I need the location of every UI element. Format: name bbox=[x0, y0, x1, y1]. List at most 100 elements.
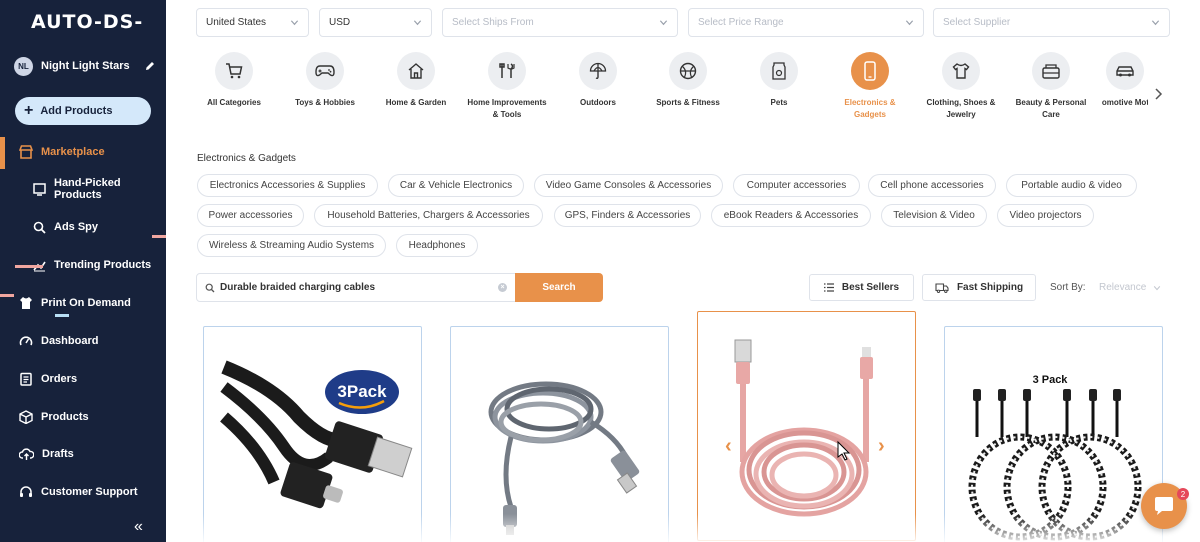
search-button[interactable]: Search bbox=[515, 273, 603, 302]
sidebar-item-marketplace[interactable]: Marketplace bbox=[0, 140, 166, 164]
category-label: Pets bbox=[770, 98, 788, 107]
fast-shipping-label: Fast Shipping bbox=[956, 282, 1024, 293]
chevron-down-icon bbox=[659, 20, 668, 26]
fast-shipping-button[interactable]: Fast Shipping bbox=[922, 274, 1036, 301]
phone-icon bbox=[864, 61, 876, 81]
subcategory-chip[interactable]: Car & Vehicle Electronics bbox=[388, 174, 524, 197]
chevron-down-icon[interactable] bbox=[1153, 284, 1161, 292]
category-automotive[interactable]: Automotive Motors bbox=[1102, 52, 1148, 109]
sidebar-item-label: Products bbox=[41, 411, 89, 423]
autods-logo[interactable]: AUTO-DS- bbox=[31, 11, 143, 33]
subcategory-chip[interactable]: Wireless & Streaming Audio Systems bbox=[197, 234, 386, 257]
search-value: Durable braided charging cables bbox=[220, 282, 376, 293]
subcategory-chip[interactable]: Household Batteries, Chargers & Accessor… bbox=[314, 204, 543, 227]
sidebar-item-hand-picked[interactable]: Hand-Picked Products bbox=[0, 177, 166, 201]
sidebar-item-label: Drafts bbox=[42, 448, 74, 460]
ships-from-select[interactable]: Select Ships From bbox=[442, 8, 678, 37]
country-select[interactable]: United States bbox=[196, 8, 309, 37]
product-badge: 3Pack bbox=[337, 382, 387, 401]
next-image-arrow: › bbox=[878, 435, 885, 457]
sidebar: AUTO-DS- NL Night Light Stars + Add Prod… bbox=[0, 0, 166, 542]
search-input[interactable]: Durable braided charging cables × bbox=[196, 273, 516, 302]
sidebar-item-label: Orders bbox=[41, 373, 78, 385]
sidebar-item-label: Marketplace bbox=[41, 146, 105, 158]
gauge-icon bbox=[19, 336, 33, 346]
house-icon bbox=[408, 63, 424, 79]
best-sellers-button[interactable]: Best Sellers bbox=[809, 274, 914, 301]
category-outdoors[interactable]: Outdoors bbox=[558, 52, 638, 109]
category-home-garden[interactable]: Home & Garden bbox=[376, 52, 456, 109]
sidebar-item-customer-support[interactable]: Customer Support bbox=[0, 480, 166, 504]
sort-label: Sort By: bbox=[1050, 282, 1086, 293]
sidebar-item-print-on-demand[interactable]: Print On Demand bbox=[0, 291, 166, 315]
shirt-icon bbox=[952, 63, 970, 79]
subcategory-chip[interactable]: Headphones bbox=[396, 234, 478, 257]
product-card[interactable] bbox=[450, 326, 669, 542]
sidebar-item-orders[interactable]: Orders bbox=[0, 367, 166, 391]
sidebar-item-label: Hand-Picked Products bbox=[54, 177, 121, 201]
storefront-icon bbox=[19, 145, 33, 159]
product-badge: 3 Pack bbox=[1033, 374, 1069, 386]
subcategory-heading: Electronics & Gadgets bbox=[197, 153, 296, 164]
currency-select[interactable]: USD bbox=[319, 8, 432, 37]
product-card[interactable]: 3Pack bbox=[203, 326, 422, 542]
category-sports[interactable]: Sports & Fitness bbox=[648, 52, 728, 109]
subcategory-chip[interactable]: Video Game Consoles & Accessories bbox=[534, 174, 723, 197]
subcategory-chip[interactable]: Cell phone accessories bbox=[868, 174, 996, 197]
add-products-button[interactable]: + Add Products bbox=[15, 97, 151, 125]
category-toys[interactable]: Toys & Hobbies bbox=[285, 52, 365, 109]
category-label: Sports & Fitness bbox=[656, 98, 720, 107]
subcategory-chip[interactable]: GPS, Finders & Accessories bbox=[554, 204, 701, 227]
subcategory-chip[interactable]: Television & Video bbox=[881, 204, 987, 227]
category-beauty[interactable]: Beauty & Personal Care bbox=[1011, 52, 1091, 121]
box-icon bbox=[19, 410, 33, 424]
clipboard-icon bbox=[20, 372, 32, 386]
category-label: Outdoors bbox=[580, 98, 616, 107]
cloud-upload-icon bbox=[19, 448, 34, 460]
sidebar-item-label: Print On Demand bbox=[41, 297, 131, 309]
umbrella-icon bbox=[589, 62, 607, 80]
pencil-icon[interactable] bbox=[144, 60, 156, 72]
subcategory-chip[interactable]: Video projectors bbox=[997, 204, 1094, 227]
category-circle bbox=[851, 52, 889, 90]
category-clothing[interactable]: Clothing, Shoes & Jewelry bbox=[921, 52, 1001, 121]
category-circle bbox=[942, 52, 980, 90]
subcategory-chip[interactable]: eBook Readers & Accessories bbox=[711, 204, 871, 227]
category-pets[interactable]: Pets bbox=[739, 52, 819, 109]
category-label: Automotive Motors bbox=[1102, 98, 1148, 107]
product-card[interactable]: ‹ › bbox=[697, 311, 916, 541]
category-home-improvements[interactable]: Home Improvements & Tools bbox=[467, 52, 547, 121]
product-card[interactable]: 3 Pack bbox=[944, 326, 1163, 542]
category-label: Home Improvements & Tools bbox=[467, 98, 547, 119]
subcategory-chip[interactable]: Electronics Accessories & Supplies bbox=[197, 174, 378, 197]
sort-select[interactable]: Relevance bbox=[1099, 282, 1146, 293]
chevron-right-icon[interactable] bbox=[1153, 87, 1163, 101]
store-switcher[interactable]: NL Night Light Stars bbox=[14, 56, 156, 76]
category-electronics[interactable]: Electronics & Gadgets bbox=[830, 52, 910, 121]
sidebar-item-ads-spy[interactable]: Ads Spy bbox=[0, 215, 166, 239]
collapse-sidebar-icon[interactable]: « bbox=[134, 518, 143, 536]
best-sellers-label: Best Sellers bbox=[841, 282, 900, 293]
product-image bbox=[488, 381, 640, 535]
category-all[interactable]: All Categories bbox=[194, 52, 274, 109]
decorative-line bbox=[15, 265, 43, 268]
cart-icon bbox=[226, 63, 243, 79]
category-circle bbox=[669, 52, 707, 90]
ball-icon bbox=[679, 62, 697, 80]
price-range-select[interactable]: Select Price Range bbox=[688, 8, 924, 37]
clear-search-icon[interactable]: × bbox=[498, 283, 507, 292]
supplier-select[interactable]: Select Supplier bbox=[933, 8, 1170, 37]
subcategory-chip[interactable]: Computer accessories bbox=[733, 174, 860, 197]
subcategory-chip[interactable]: Power accessories bbox=[197, 204, 304, 227]
add-products-label: Add Products bbox=[40, 105, 113, 117]
category-label: Clothing, Shoes & Jewelry bbox=[926, 98, 996, 119]
subcategory-chip[interactable]: Portable audio & video bbox=[1006, 174, 1137, 197]
category-circle bbox=[215, 52, 253, 90]
sidebar-item-dashboard[interactable]: Dashboard bbox=[0, 329, 166, 353]
category-clip: Automotive Motors bbox=[1102, 50, 1148, 130]
category-label: Beauty & Personal Care bbox=[1015, 98, 1087, 119]
sidebar-item-products[interactable]: Products bbox=[0, 405, 166, 429]
sidebar-item-drafts[interactable]: Drafts bbox=[0, 442, 166, 466]
chat-notification-badge: 2 bbox=[1177, 488, 1189, 500]
category-circle bbox=[1032, 52, 1070, 90]
